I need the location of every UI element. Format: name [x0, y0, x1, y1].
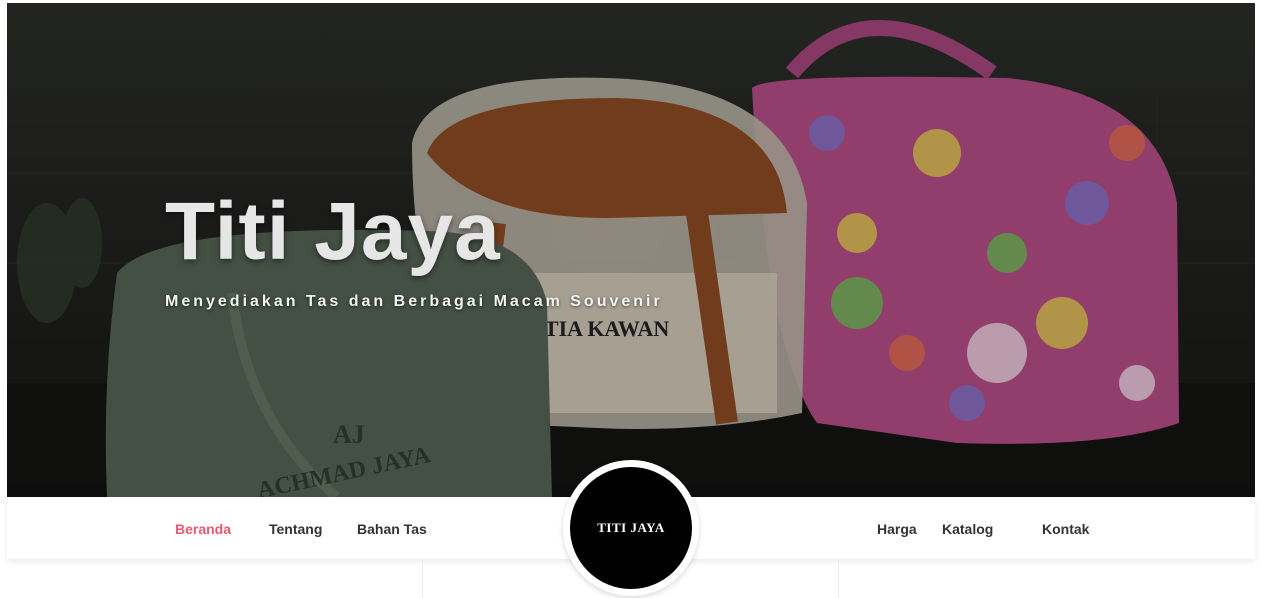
- nav-link-tentang[interactable]: Tentang: [269, 521, 322, 537]
- hero-banner: SETIA KAWAN AJ ACHMAD JAYA Titi Jaya Men…: [7, 3, 1255, 497]
- nav-link-bahan-tas[interactable]: Bahan Tas: [357, 521, 427, 537]
- nav-link-harga[interactable]: Harga: [877, 521, 917, 537]
- nav-link-beranda[interactable]: Beranda: [175, 521, 231, 537]
- hero-title: Titi Jaya: [165, 186, 501, 277]
- nav-link-kontak[interactable]: Kontak: [1042, 521, 1089, 537]
- logo-badge[interactable]: TITI JAYA: [563, 460, 699, 596]
- column-divider: [422, 559, 423, 598]
- hero-subtitle: Menyediakan Tas dan Berbagai Macam Souve…: [165, 293, 663, 310]
- logo-text: TITI JAYA: [597, 520, 665, 535]
- nav-link-katalog[interactable]: Katalog: [942, 521, 993, 537]
- logo-circle: TITI JAYA: [570, 467, 692, 589]
- column-divider: [838, 559, 839, 598]
